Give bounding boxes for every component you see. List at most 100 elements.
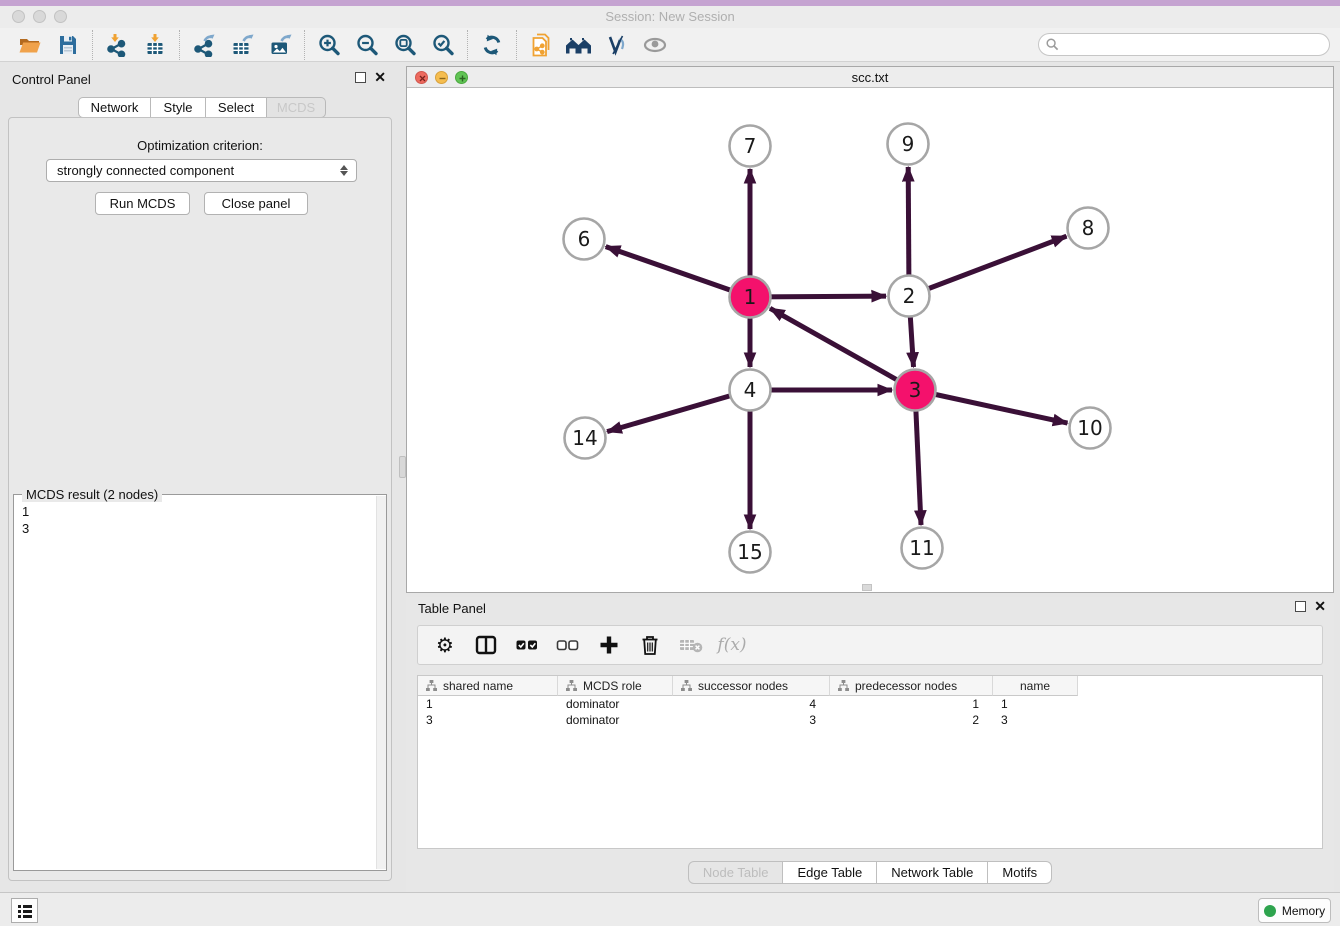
column-header-successor-nodes[interactable]: successor nodes: [673, 676, 830, 696]
column-header-name[interactable]: name: [993, 676, 1078, 696]
column-header-predecessor-nodes[interactable]: predecessor nodes: [830, 676, 993, 696]
refresh-layout-button[interactable]: [476, 30, 508, 60]
fx-icon: f(x): [717, 635, 746, 655]
network-canvas[interactable]: 7 9 6 8 1 2 4 3 14 10 15 11: [407, 88, 1333, 592]
export-table-button[interactable]: [226, 30, 258, 60]
mcds-panel: Optimization criterion: strongly connect…: [8, 117, 392, 881]
delete-column-button[interactable]: [637, 632, 663, 658]
graph-edge-3-10[interactable]: [915, 390, 1068, 423]
graph-node-2[interactable]: 2: [889, 276, 930, 317]
deselect-all-rows-button[interactable]: [555, 632, 581, 658]
close-panel-icon[interactable]: ✕: [374, 72, 386, 83]
canvas-resize-grip[interactable]: [862, 584, 872, 591]
graph-node-10[interactable]: 10: [1070, 408, 1111, 449]
zoom-selected-button[interactable]: [427, 30, 459, 60]
graph-node-8[interactable]: 8: [1068, 208, 1109, 249]
control-panel: Control Panel ✕ Network Style Select MCD…: [0, 62, 400, 892]
table-cell: 3: [673, 712, 830, 728]
hide-glyph-button[interactable]: [601, 30, 633, 60]
search-field-wrap: [1038, 33, 1330, 56]
tab-network-table[interactable]: Network Table: [877, 861, 988, 884]
select-all-rows-button[interactable]: [514, 632, 540, 658]
zoom-fit-button[interactable]: [389, 30, 421, 60]
zoom-selected-icon: [431, 33, 455, 57]
main-titlebar: Session: New Session: [0, 6, 1340, 28]
graph-edge-1-6[interactable]: [606, 247, 750, 297]
save-session-button[interactable]: [52, 30, 84, 60]
tab-edge-table[interactable]: Edge Table: [783, 861, 877, 884]
svg-text:1: 1: [744, 285, 757, 309]
svg-text:4: 4: [744, 378, 757, 402]
result-scrollbar[interactable]: [376, 496, 386, 869]
tab-select[interactable]: Select: [206, 97, 267, 118]
criterion-select[interactable]: strongly connected component: [46, 159, 357, 182]
export-image-button[interactable]: [264, 30, 296, 60]
table-cell: 4: [673, 696, 830, 712]
graph-node-14[interactable]: 14: [565, 418, 606, 459]
chevron-updown-icon: [336, 162, 352, 179]
delete-table-icon: [678, 634, 704, 656]
network-window-titlebar: scc.txt: [407, 67, 1333, 88]
svg-text:14: 14: [572, 426, 597, 450]
zoom-in-button[interactable]: [313, 30, 345, 60]
table-row[interactable]: 1dominator411: [418, 696, 1322, 712]
mcds-result-item: 1: [22, 503, 375, 520]
refresh-icon: [480, 33, 504, 57]
tab-style[interactable]: Style: [151, 97, 206, 118]
zoom-out-button[interactable]: [351, 30, 383, 60]
import-table-button[interactable]: [139, 30, 171, 60]
table-row[interactable]: 3dominator323: [418, 712, 1322, 728]
table-tabs: Node Table Edge Table Network Table Moti…: [406, 861, 1334, 884]
select-all-icon: [515, 633, 539, 657]
graph-node-4[interactable]: 4: [730, 370, 771, 411]
export-network-button[interactable]: [188, 30, 220, 60]
close-panel-button[interactable]: Close panel: [204, 192, 308, 215]
splitter-handle[interactable]: [399, 456, 406, 478]
show-eye-button[interactable]: [639, 30, 671, 60]
window-title: Session: New Session: [0, 9, 1340, 24]
import-network-button[interactable]: [101, 30, 133, 60]
home-button[interactable]: [563, 30, 595, 60]
close-table-panel-icon[interactable]: ✕: [1314, 601, 1326, 612]
tab-node-table[interactable]: Node Table: [688, 861, 784, 884]
tab-mcds[interactable]: MCDS: [267, 97, 326, 118]
column-visibility-button[interactable]: [473, 632, 499, 658]
tab-motifs[interactable]: Motifs: [988, 861, 1052, 884]
task-history-button[interactable]: [11, 898, 38, 923]
float-table-panel-icon[interactable]: [1295, 601, 1306, 612]
svg-text:2: 2: [903, 284, 916, 308]
create-column-button[interactable]: [596, 632, 622, 658]
save-disk-icon: [56, 33, 80, 57]
graph-node-11[interactable]: 11: [902, 528, 943, 569]
search-input[interactable]: [1038, 33, 1330, 56]
open-session-button[interactable]: [14, 30, 46, 60]
table-settings-button[interactable]: ⚙: [432, 632, 458, 658]
network-graph[interactable]: 7 9 6 8 1 2 4 3 14 10 15 11: [407, 88, 1333, 592]
column-header-shared-name[interactable]: shared name: [418, 676, 558, 696]
tab-network[interactable]: Network: [78, 97, 151, 118]
graph-node-3[interactable]: 3: [895, 370, 936, 411]
graph-edge-4-14[interactable]: [607, 390, 750, 432]
network-view-title: scc.txt: [407, 70, 1333, 85]
graph-node-1[interactable]: 1: [730, 277, 771, 318]
memory-button[interactable]: Memory: [1258, 898, 1331, 923]
table-body: 1dominator4113dominator323: [418, 696, 1322, 728]
share-document-button[interactable]: [525, 30, 557, 60]
graph-node-15[interactable]: 15: [730, 532, 771, 573]
svg-text:9: 9: [902, 132, 915, 156]
mcds-result-item: 3: [22, 520, 375, 537]
graph-edge-3-1[interactable]: [770, 308, 915, 390]
graph-edge-2-8[interactable]: [909, 236, 1067, 296]
graph-node-6[interactable]: 6: [564, 219, 605, 260]
graph-node-9[interactable]: 9: [888, 124, 929, 165]
mcds-result-list: 13: [14, 497, 375, 870]
run-mcds-button[interactable]: Run MCDS: [95, 192, 190, 215]
float-panel-icon[interactable]: [355, 72, 366, 83]
column-header-mcds-role[interactable]: MCDS role: [558, 676, 673, 696]
table-panel: Table Panel ✕ ⚙ f(x) shared name MCDS ro…: [406, 597, 1334, 892]
svg-text:10: 10: [1077, 416, 1102, 440]
zoom-in-icon: [317, 33, 341, 57]
hierarchy-icon: [426, 680, 437, 691]
mcds-result-group: MCDS result (2 nodes) 13: [13, 494, 387, 871]
graph-node-7[interactable]: 7: [730, 126, 771, 167]
